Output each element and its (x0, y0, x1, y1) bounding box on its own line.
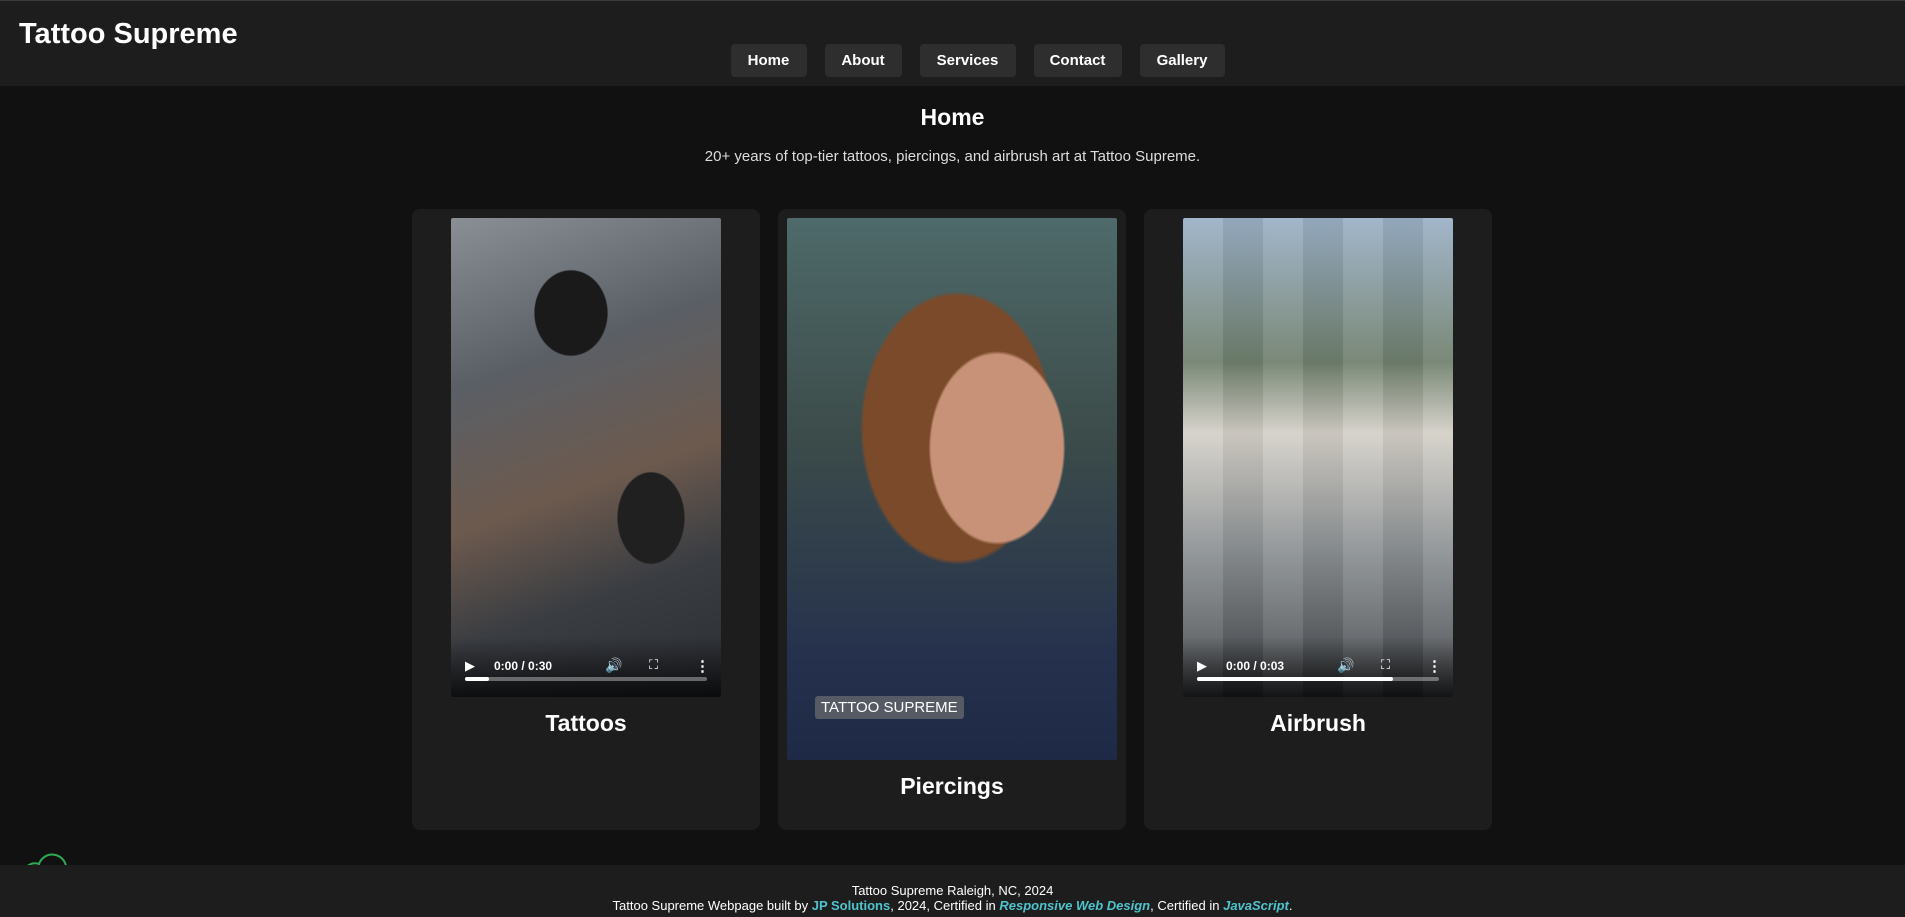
nav-contact[interactable]: Contact (1033, 44, 1122, 77)
intro-text: 20+ years of top-tier tattoos, piercings… (704, 148, 1201, 165)
cert-javascript-link[interactable]: JavaScript (1223, 898, 1289, 913)
footer-mid2: , Certified in (1150, 898, 1224, 913)
nav-about[interactable]: About (824, 44, 902, 77)
volume-icon[interactable]: 🔊 (1337, 657, 1354, 674)
card-airbrush: ▶ 0:00 / 0:03 🔊 ⛶ ⋮ Airbrush (1144, 209, 1492, 830)
video-progress-bar[interactable] (1197, 677, 1439, 681)
fullscreen-icon[interactable]: ⛶ (649, 657, 658, 673)
footer-credits: Tattoo Supreme Webpage built by JP Solut… (0, 898, 1905, 913)
video-time: 0:00 / 0:30 (494, 659, 553, 673)
card-tattoos: ▶ 0:00 / 0:30 🔊 ⛶ ⋮ Tattoos (412, 209, 760, 830)
video-controls: ▶ 0:00 / 0:03 🔊 ⛶ ⋮ (1183, 637, 1453, 697)
page-title: Home (920, 104, 985, 130)
more-vertical-icon[interactable]: ⋮ (1427, 657, 1442, 675)
airbrush-video[interactable]: ▶ 0:00 / 0:03 🔊 ⛶ ⋮ (1183, 218, 1453, 697)
card-piercings: TATTOO SUPREME Piercings (778, 209, 1126, 830)
volume-icon[interactable]: 🔊 (605, 657, 622, 674)
card-title: Piercings (900, 773, 1004, 799)
site-header: Tattoo Supreme Home About Services Conta… (0, 0, 1905, 86)
play-icon[interactable]: ▶ (1197, 658, 1207, 674)
footer-mid: , 2024, Certified in (890, 898, 1000, 913)
nav-services[interactable]: Services (919, 44, 1016, 77)
card-title: Airbrush (1270, 710, 1366, 736)
video-progress-fill (465, 677, 490, 681)
video-time: 0:00 / 0:03 (1226, 659, 1285, 673)
card-title: Tattoos (545, 710, 627, 736)
image-watermark: TATTOO SUPREME (815, 696, 964, 719)
video-progress-bar[interactable] (465, 677, 707, 681)
footer-location: Tattoo Supreme Raleigh, NC, 2024 (851, 883, 1054, 898)
nav-home[interactable]: Home (730, 44, 807, 77)
cert-responsive-link[interactable]: Responsive Web Design (999, 898, 1150, 913)
site-footer: Tattoo Supreme Raleigh, NC, 2024 Tattoo … (0, 865, 1905, 917)
builder-link[interactable]: JP Solutions (812, 898, 891, 913)
more-vertical-icon[interactable]: ⋮ (695, 657, 710, 675)
footer-end: . (1288, 898, 1293, 913)
nav-gallery[interactable]: Gallery (1139, 44, 1225, 77)
fullscreen-icon[interactable]: ⛶ (1381, 657, 1390, 673)
video-controls: ▶ 0:00 / 0:30 🔊 ⛶ ⋮ (451, 637, 721, 697)
video-progress-fill (1197, 677, 1394, 681)
main-nav: Home About Services Contact Gallery (0, 44, 1905, 77)
footer-prefix: Tattoo Supreme Webpage built by (612, 898, 812, 913)
tattoo-video[interactable]: ▶ 0:00 / 0:30 🔊 ⛶ ⋮ (451, 218, 721, 697)
play-icon[interactable]: ▶ (465, 658, 475, 674)
piercing-image: TATTOO SUPREME (787, 218, 1117, 760)
